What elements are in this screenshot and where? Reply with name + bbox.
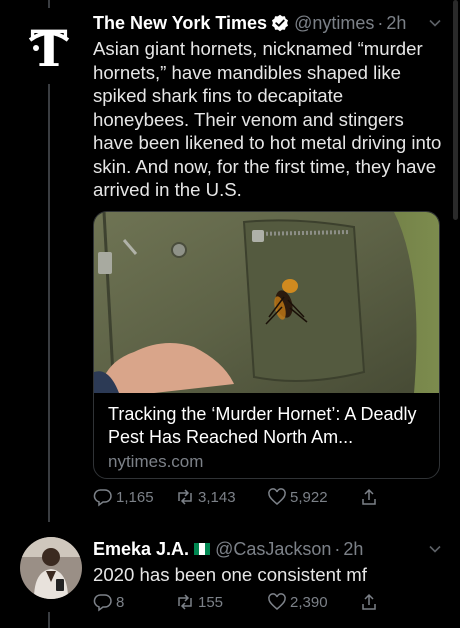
link-card[interactable]: Tracking the ‘Murder Hornet’: A Deadly P…	[93, 211, 440, 479]
retweet-button[interactable]: 155	[175, 592, 267, 612]
nyt-logo[interactable]: T	[20, 18, 78, 76]
avatar-photo	[20, 537, 82, 599]
card-title[interactable]: Tracking the ‘Murder Hornet’: A Deadly P…	[108, 403, 425, 449]
timestamp[interactable]: 2h	[343, 538, 363, 560]
retweet-icon	[178, 489, 192, 505]
share-icon	[362, 488, 376, 505]
timestamp[interactable]: 2h	[386, 12, 406, 34]
share-icon	[362, 593, 376, 610]
chevron-down-icon[interactable]	[428, 16, 442, 30]
share-button[interactable]	[359, 592, 382, 612]
like-button[interactable]: 5,922	[267, 487, 359, 507]
separator-dot: ·	[377, 13, 384, 33]
card-domain[interactable]: nytimes.com	[108, 450, 425, 473]
author-name[interactable]: The New York Times	[93, 12, 267, 34]
nigeria-flag-icon	[194, 543, 211, 555]
retweet-count: 155	[198, 593, 224, 611]
like-icon	[268, 593, 286, 610]
retweet-count: 3,143	[198, 488, 236, 506]
tweet-reply[interactable]: Emeka J.A. @CasJackson · 2h 2020 has bee…	[0, 522, 460, 628]
author-handle[interactable]: @CasJackson	[215, 538, 331, 560]
tweet-nytimes[interactable]: T The New York Times @nytimes · 2h Asian…	[0, 0, 460, 520]
separator-dot: ·	[334, 539, 341, 559]
tweet-actions: 8 155 2,390	[93, 592, 382, 612]
tweet-header: The New York Times @nytimes · 2h	[93, 12, 442, 34]
retweet-button[interactable]: 3,143	[175, 487, 267, 507]
like-button[interactable]: 2,390	[267, 592, 359, 612]
like-count: 5,922	[290, 488, 328, 506]
tweet-actions: 1,165 3,143 5,922	[93, 487, 382, 507]
share-button[interactable]	[359, 487, 382, 507]
author-name[interactable]: Emeka J.A.	[93, 538, 189, 560]
reply-count: 1,165	[116, 488, 154, 506]
like-icon	[268, 488, 286, 505]
tweet-text: 2020 has been one consistent mf	[93, 564, 367, 585]
author-handle[interactable]: @nytimes	[294, 12, 374, 34]
retweet-icon	[178, 594, 192, 610]
reply-count: 8	[116, 593, 125, 611]
tweet-header: Emeka J.A. @CasJackson · 2h	[93, 538, 442, 560]
reply-icon	[93, 594, 112, 612]
reply-icon	[93, 489, 112, 507]
card-image	[94, 212, 439, 393]
avatar[interactable]	[20, 537, 82, 599]
tweet-text: Asian giant hornets, nicknamed “murder h…	[93, 38, 442, 200]
reply-button[interactable]: 8	[93, 592, 175, 612]
like-count: 2,390	[290, 593, 328, 611]
chevron-down-icon[interactable]	[428, 542, 442, 556]
verified-badge-icon	[272, 14, 289, 32]
reply-button[interactable]: 1,165	[93, 487, 175, 507]
